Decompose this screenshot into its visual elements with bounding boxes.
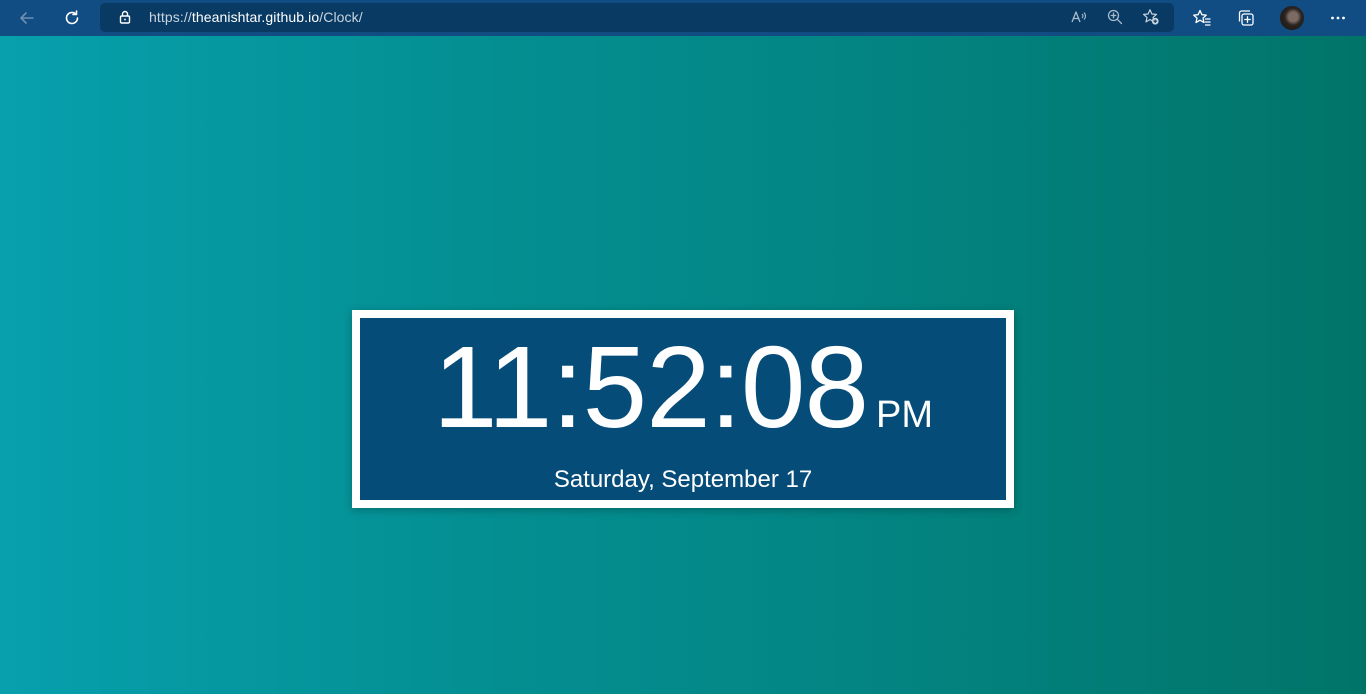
browser-toolbar: https://theanishtar.github.io/Clock/ [0,0,1366,36]
time-row: 11:52:08 PM [360,329,1006,445]
clock-period: PM [875,394,933,436]
read-aloud-icon[interactable] [1066,4,1092,30]
zoom-icon[interactable] [1102,4,1128,30]
collections-icon[interactable] [1233,5,1259,31]
url-host: theanishtar.github.io [191,9,320,25]
clock-time: 11:52:08 [433,322,869,452]
page-viewport: 11:52:08 PM Saturday, September 17 [0,36,1366,694]
address-bar[interactable]: https://theanishtar.github.io/Clock/ [100,3,1174,32]
browser-window: https://theanishtar.github.io/Clock/ 11:… [0,0,1366,694]
add-favorite-icon[interactable] [1138,4,1164,30]
url-path: /Clock/ [319,9,363,25]
avatar[interactable] [1280,6,1304,30]
url-scheme: https:// [149,9,192,25]
lock-icon[interactable] [112,4,138,30]
url-text[interactable]: https://theanishtar.github.io/Clock/ [149,9,363,25]
favorites-icon[interactable] [1189,5,1215,31]
more-icon[interactable] [1325,5,1351,31]
back-arrow-icon[interactable] [14,5,40,31]
clock-date: Saturday, September 17 [553,466,813,493]
clock-frame: 11:52:08 PM Saturday, September 17 [352,310,1014,508]
refresh-icon[interactable] [59,5,85,31]
clock-panel: 11:52:08 PM Saturday, September 17 [360,318,1006,500]
